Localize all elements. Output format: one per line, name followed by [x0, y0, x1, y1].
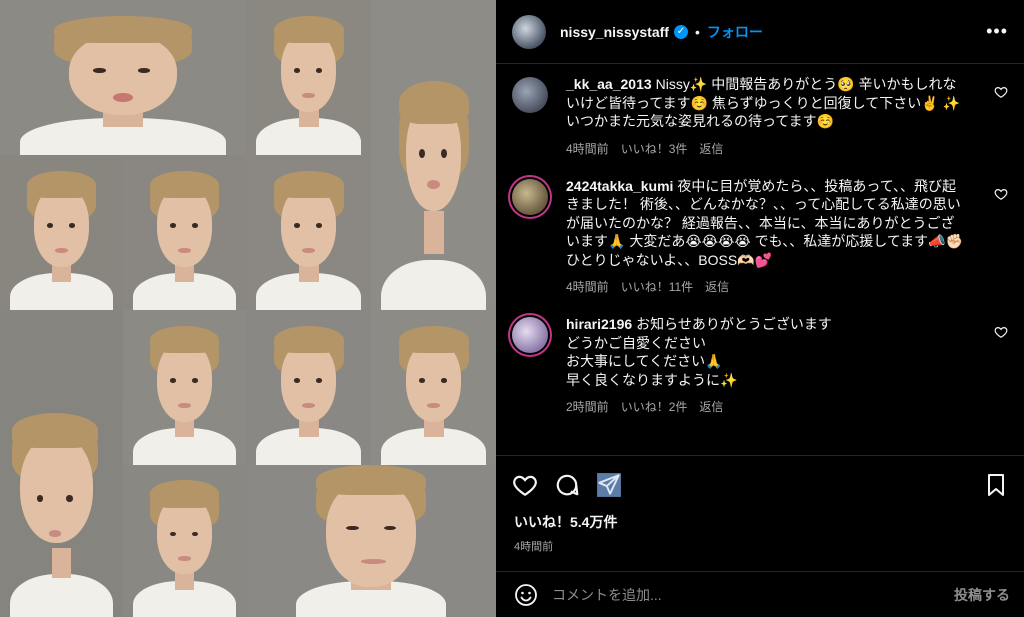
comment-time: 2時間前	[566, 400, 609, 414]
photo-tile	[246, 0, 371, 155]
author-username[interactable]: nissy_nissystaff	[560, 24, 669, 40]
post-timestamp: 4時間前	[514, 541, 554, 553]
heart-icon[interactable]	[994, 85, 1008, 99]
photo-tile	[371, 310, 496, 465]
reply-button[interactable]: 返信	[699, 140, 723, 157]
comment-item: 2424takka_kumi 夜中に目が覚めたら、、投稿あって、、飛び起きました！…	[512, 177, 1008, 296]
follow-button[interactable]: フォロー	[707, 22, 763, 42]
comment-icon[interactable]	[554, 472, 580, 498]
photo-tile	[123, 155, 246, 310]
photo-tile	[246, 310, 371, 465]
author-avatar[interactable]	[512, 14, 546, 49]
post-photo[interactable]	[0, 0, 496, 617]
comment-username[interactable]: _kk_aa_2013	[566, 76, 652, 92]
bookmark-icon[interactable]	[984, 472, 1008, 498]
photo-tile	[0, 155, 123, 310]
comment-like-count[interactable]: いいね！11件	[621, 278, 693, 295]
comment-username[interactable]: 2424takka_kumi	[566, 178, 673, 194]
post-header: nissy_nissystaff ✓ • フォロー •••	[496, 0, 1024, 64]
comment-username[interactable]: hirari2196	[566, 316, 632, 332]
reply-button[interactable]: 返信	[699, 398, 723, 415]
comment-like-count[interactable]: いいね！2件	[621, 398, 688, 415]
post-side-panel: nissy_nissystaff ✓ • フォロー ••• _kk_aa_201…	[496, 0, 1024, 617]
more-icon[interactable]: •••	[986, 21, 1008, 42]
comment-time: 4時間前	[566, 280, 609, 294]
like-count[interactable]: いいね！5.4万件	[514, 512, 1024, 532]
photo-tile	[246, 465, 496, 617]
comment-item: _kk_aa_2013 Nissy✨ 中間報告ありがとう🥺 辛いかもしれないけど皆…	[512, 75, 1008, 157]
verified-badge-icon: ✓	[673, 24, 688, 39]
photo-tile	[246, 155, 371, 310]
header-separator: •	[694, 23, 700, 40]
reply-button[interactable]: 返信	[705, 278, 729, 295]
comment-item: hirari2196 お知らせありがとうございます どうかご自愛ください お大事に…	[512, 315, 1008, 415]
heart-icon[interactable]	[994, 187, 1008, 201]
commenter-avatar[interactable]	[512, 77, 548, 113]
comment-input[interactable]	[552, 586, 954, 603]
comment-list[interactable]: _kk_aa_2013 Nissy✨ 中間報告ありがとう🥺 辛いかもしれないけど皆…	[496, 65, 1024, 455]
heart-icon[interactable]	[994, 325, 1008, 339]
photo-tile	[123, 465, 246, 617]
commenter-avatar[interactable]	[512, 317, 548, 353]
photo-tile	[0, 400, 123, 617]
share-icon[interactable]	[596, 472, 622, 498]
like-heart-icon[interactable]	[512, 472, 538, 498]
photo-tile	[0, 0, 246, 155]
photo-tile	[371, 0, 496, 310]
emoji-icon[interactable]	[514, 583, 538, 607]
add-comment-bar: 投稿する	[496, 571, 1024, 617]
comment-like-count[interactable]: いいね！3件	[621, 140, 688, 157]
comment-time: 4時間前	[566, 141, 609, 156]
photo-tile	[123, 310, 246, 465]
commenter-avatar[interactable]	[512, 178, 548, 215]
post-comment-button[interactable]: 投稿する	[954, 585, 1010, 605]
post-actions: いいね！5.4万件 4時間前 投稿する	[496, 455, 1024, 617]
